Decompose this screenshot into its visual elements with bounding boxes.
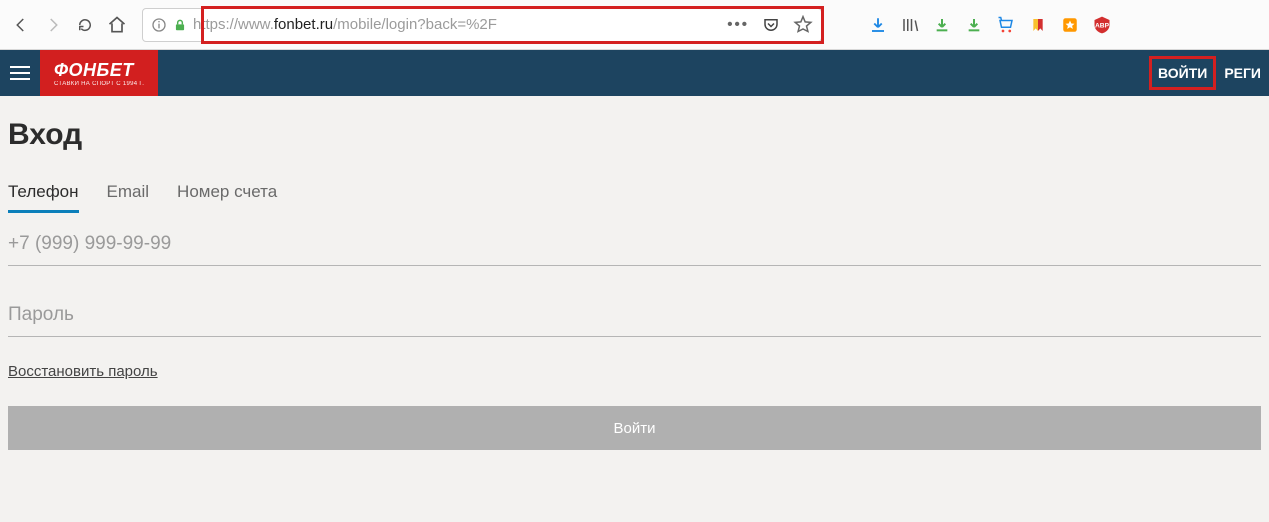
logo-text: ФОНБЕТ (54, 60, 144, 81)
browser-toolbar: https://www.fonbet.ru/mobile/login?back=… (0, 0, 1269, 50)
nav-buttons (10, 14, 128, 36)
arrow-left-icon (12, 16, 30, 34)
page-title: Вход (8, 118, 1261, 152)
reload-icon (76, 16, 94, 34)
home-button[interactable] (106, 14, 128, 36)
header-login-link[interactable]: ВОЙТИ (1149, 56, 1216, 90)
hamburger-icon (10, 66, 30, 80)
extension-icons: ABP (868, 15, 1112, 35)
tab-email[interactable]: Email (107, 182, 150, 213)
download-green-2-icon[interactable] (964, 15, 984, 35)
bookmark-flag-icon[interactable] (1028, 15, 1048, 35)
forward-button (42, 14, 64, 36)
url-text: https://www.fonbet.ru/mobile/login?back=… (193, 16, 497, 33)
arrow-right-icon (44, 16, 62, 34)
site-header: ФОНБЕТ СТАВКИ НА СПОРТ С 1994 Г. ВОЙТИ Р… (0, 50, 1269, 96)
home-icon (107, 15, 127, 35)
library-icon[interactable] (900, 15, 920, 35)
cart-icon[interactable] (996, 15, 1016, 35)
svg-text:ABP: ABP (1095, 22, 1110, 29)
bookmark-star-icon[interactable] (793, 15, 813, 35)
header-register-link[interactable]: РЕГИ (1216, 50, 1269, 96)
logo[interactable]: ФОНБЕТ СТАВКИ НА СПОРТ С 1994 Г. (40, 50, 158, 96)
lock-icon (173, 17, 187, 33)
tab-account[interactable]: Номер счета (177, 182, 277, 213)
page-content: Вход Телефон Email Номер счета Восстанов… (0, 96, 1269, 460)
submit-button[interactable]: Войти (8, 406, 1261, 450)
phone-input[interactable] (8, 221, 1261, 266)
address-bar[interactable]: https://www.fonbet.ru/mobile/login?back=… (142, 8, 822, 42)
download-green-1-icon[interactable] (932, 15, 952, 35)
recover-password-link[interactable]: Восстановить пароль (8, 363, 158, 380)
header-right: ВОЙТИ РЕГИ (1149, 50, 1269, 96)
page-actions-icon[interactable]: ••• (727, 16, 749, 33)
back-button[interactable] (10, 14, 32, 36)
menu-button[interactable] (0, 50, 40, 96)
extension-orange-icon[interactable] (1060, 15, 1080, 35)
logo-subtitle: СТАВКИ НА СПОРТ С 1994 Г. (54, 81, 144, 87)
password-input[interactable] (8, 292, 1261, 337)
download-icon[interactable] (868, 15, 888, 35)
reload-button[interactable] (74, 14, 96, 36)
tab-phone[interactable]: Телефон (8, 182, 79, 213)
pocket-icon[interactable] (761, 16, 781, 34)
info-icon (151, 17, 167, 33)
adblock-icon[interactable]: ABP (1092, 15, 1112, 35)
login-tabs: Телефон Email Номер счета (8, 182, 1261, 213)
